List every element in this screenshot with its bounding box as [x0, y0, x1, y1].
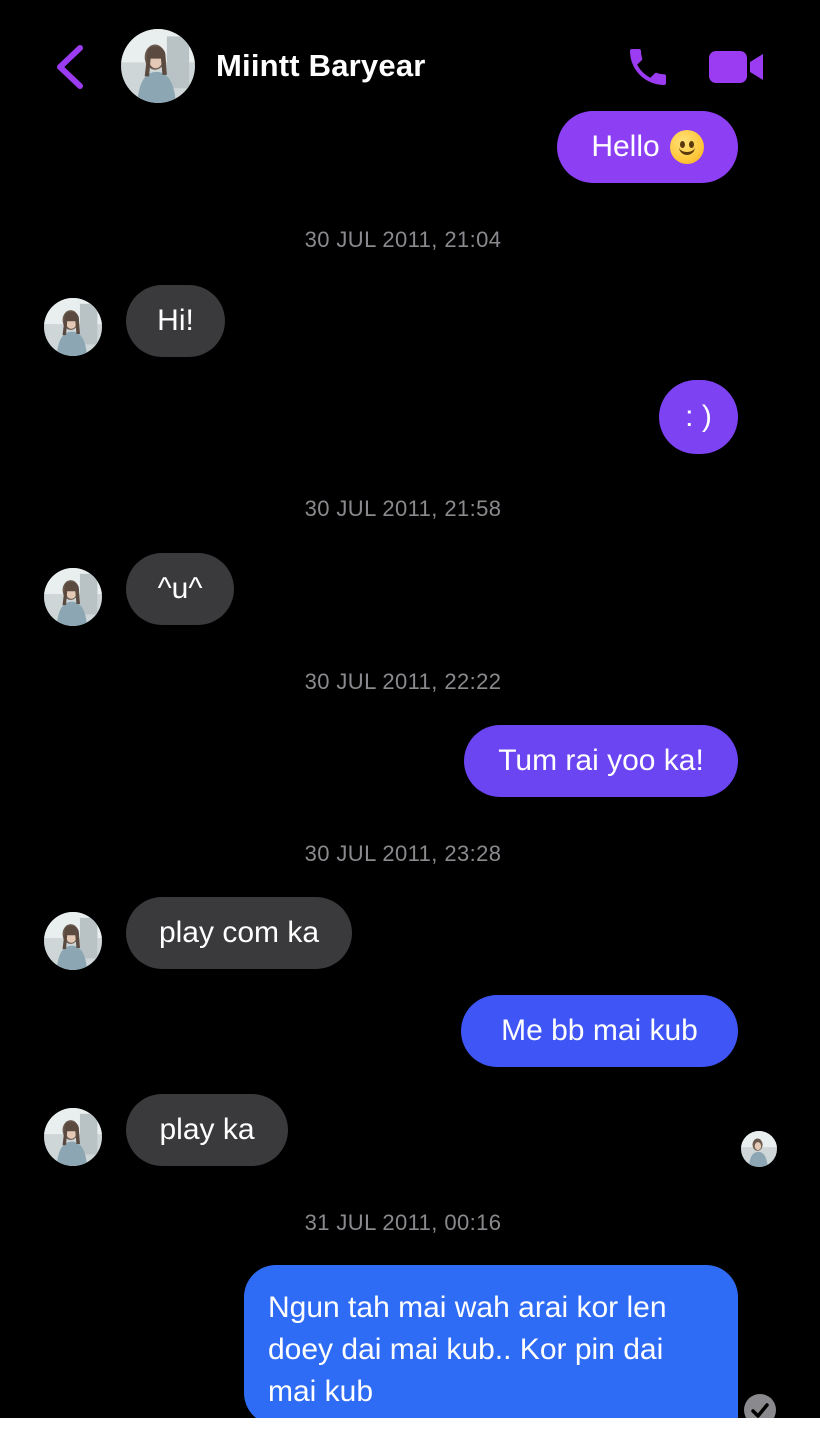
avatar-image [44, 912, 102, 970]
message-bubble-outgoing[interactable]: : ) [659, 380, 738, 454]
call-button[interactable] [622, 43, 674, 91]
avatar-image [741, 1131, 777, 1167]
contact-avatar-small[interactable] [44, 568, 102, 626]
avatar-image [44, 1108, 102, 1166]
message-bubble-outgoing[interactable]: Tum rai yoo ka! [464, 725, 738, 797]
read-receipt-avatar [741, 1131, 777, 1167]
message-text: play ka [159, 1113, 255, 1146]
message-text: ^u^ [157, 572, 203, 605]
video-camera-icon [709, 51, 763, 83]
timestamp: 30 JUL 2011, 21:04 [304, 227, 502, 252]
message-text: Me bb mai kub [501, 1014, 698, 1047]
message-text: play com ka [158, 916, 320, 949]
contact-avatar-small[interactable] [44, 1108, 102, 1166]
timestamp: 30 JUL 2011, 22:22 [304, 669, 502, 694]
timestamp: 30 JUL 2011, 23:28 [304, 841, 502, 866]
back-button[interactable] [50, 44, 90, 90]
message-bubble-incoming[interactable]: Hi! [126, 285, 225, 357]
avatar-image [44, 568, 102, 626]
message-bubble-outgoing[interactable]: Hello [557, 111, 738, 183]
message-text: Hello [591, 130, 660, 163]
message-text: Tum rai yoo ka! [498, 744, 704, 777]
message-bubble-incoming[interactable]: play com ka [126, 897, 352, 969]
message-bubble-incoming[interactable]: play ka [126, 1094, 288, 1166]
avatar-image [44, 298, 102, 356]
phone-icon [630, 49, 666, 85]
message-text: Ngun tah mai wah arai kor len doey dai m… [268, 1291, 667, 1408]
contact-avatar-small[interactable] [44, 912, 102, 970]
message-bubble-incoming[interactable]: ^u^ [126, 553, 234, 625]
timestamp: 30 JUL 2011, 21:58 [304, 496, 502, 521]
video-call-button[interactable] [707, 47, 767, 87]
message-text: : ) [685, 400, 712, 433]
screenshot-border [0, 1418, 820, 1430]
avatar-image [121, 29, 195, 103]
smiling-face-icon [669, 130, 704, 164]
chat-screen: Miintt Baryear Hello 30 JUL 2011, 21:04 [0, 0, 820, 1418]
contact-name[interactable]: Miintt Baryear [216, 48, 426, 84]
chevron-left-icon [57, 45, 83, 89]
delivered-check-icon [744, 1394, 776, 1418]
timestamp: 31 JUL 2011, 00:16 [304, 1210, 502, 1235]
message-bubble-outgoing[interactable]: Me bb mai kub [461, 995, 738, 1067]
contact-avatar-small[interactable] [44, 298, 102, 356]
message-text: Hi! [157, 304, 194, 337]
message-bubble-outgoing[interactable]: Ngun tah mai wah arai kor len doey dai m… [244, 1265, 738, 1418]
contact-avatar[interactable] [121, 29, 195, 103]
